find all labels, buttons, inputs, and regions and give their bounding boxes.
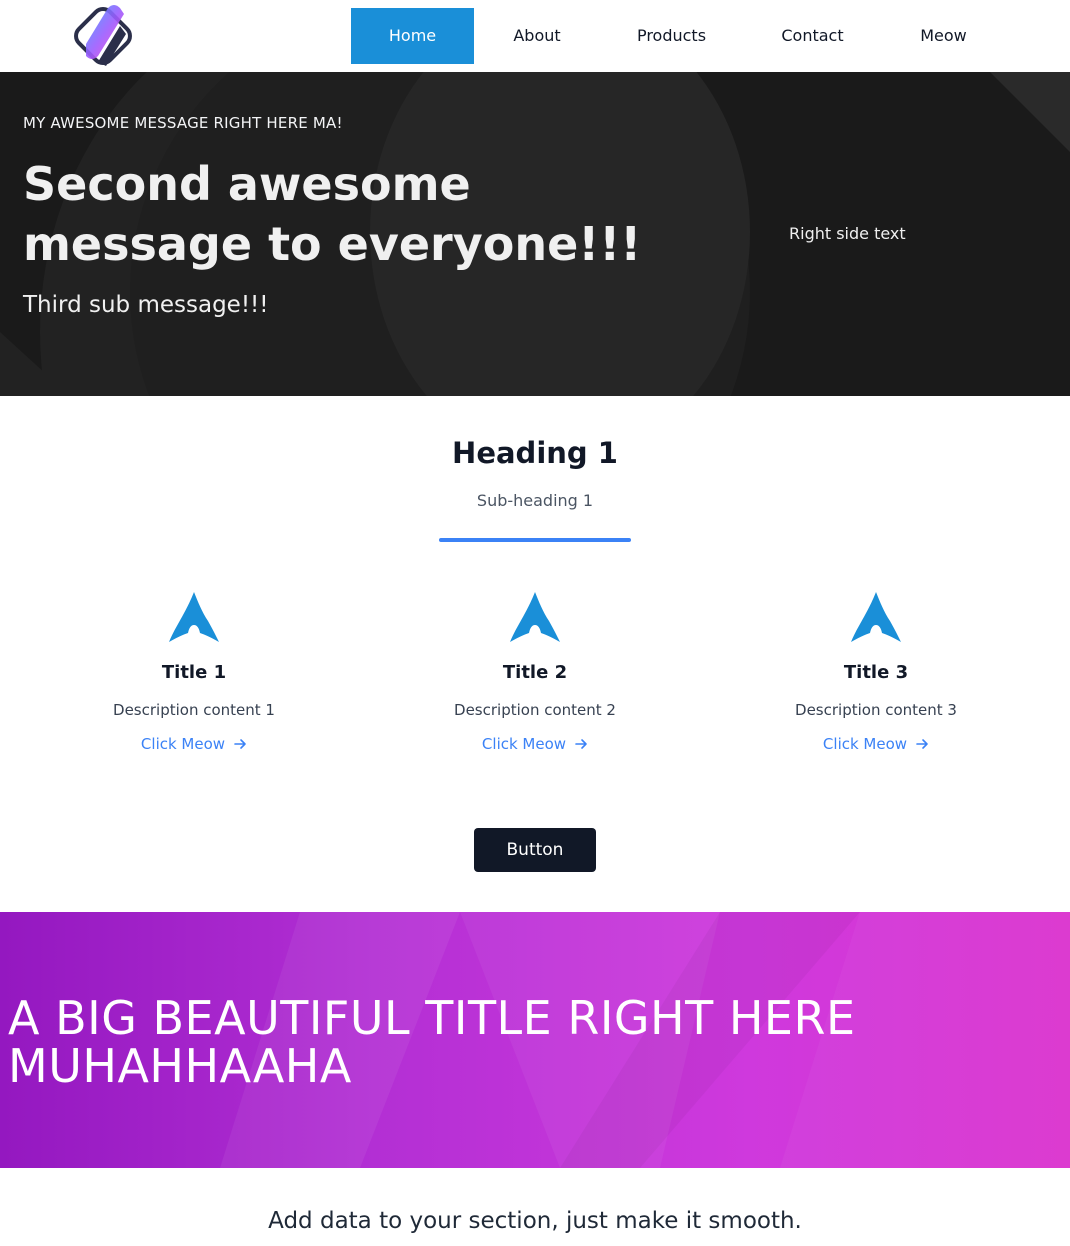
section-text: Add data to your section, just make it s… <box>268 1208 802 1234</box>
nav-about[interactable]: About <box>494 8 580 64</box>
heading-underline <box>439 538 631 542</box>
hero-kicker: MY AWESOME MESSAGE RIGHT HERE MA! <box>23 114 343 132</box>
card-description: Description content 2 <box>454 701 616 719</box>
card-description: Description content 3 <box>795 701 957 719</box>
brand-logo[interactable] <box>68 0 140 72</box>
nav-products[interactable]: Products <box>621 8 722 64</box>
top-nav: Home About Products Contact Meow <box>0 0 1070 72</box>
card-title: Title 2 <box>502 662 568 683</box>
primary-button[interactable]: Button <box>474 828 596 872</box>
card-link[interactable]: Click Meow <box>823 735 929 753</box>
arch-icon <box>169 592 219 642</box>
banner-title: A BIG BEAUTIFUL TITLE RIGHT HERE MUHAHHA… <box>8 991 856 1093</box>
card-link[interactable]: Click Meow <box>482 735 588 753</box>
nav-meow[interactable]: Meow <box>903 8 984 64</box>
hero-section: MY AWESOME MESSAGE RIGHT HERE MA! Second… <box>0 72 1070 396</box>
nav-contact[interactable]: Contact <box>764 8 861 64</box>
arch-icon <box>851 592 901 642</box>
arrow-right-icon <box>916 739 928 749</box>
card-link-label[interactable]: Click Meow <box>141 735 225 753</box>
banner-section: A BIG BEAUTIFUL TITLE RIGHT HERE MUHAHHA… <box>0 912 1070 1168</box>
card-title: Title 3 <box>843 662 909 683</box>
card-link[interactable]: Click Meow <box>141 735 247 753</box>
card-title: Title 1 <box>161 662 227 683</box>
card-link-label[interactable]: Click Meow <box>823 735 907 753</box>
hero-title: Second awesome message to everyone!!! <box>23 157 642 271</box>
arrow-right-icon <box>234 739 246 749</box>
hero-subtitle: Third sub message!!! <box>23 292 269 318</box>
arrow-right-icon <box>575 739 587 749</box>
section-heading: Heading 1 <box>452 436 618 470</box>
feature-card: Title 2 Description content 2 Click Meow <box>385 588 685 753</box>
feature-card: Title 1 Description content 1 Click Meow <box>44 588 344 753</box>
section-subheading: Sub-heading 1 <box>476 491 594 510</box>
nav-home[interactable]: Home <box>351 8 474 64</box>
arch-icon <box>510 592 560 642</box>
card-link-label[interactable]: Click Meow <box>482 735 566 753</box>
card-description: Description content 1 <box>113 701 275 719</box>
feature-card: Title 3 Description content 3 Click Meow <box>726 588 1026 753</box>
hero-right-text: Right side text <box>789 224 906 243</box>
